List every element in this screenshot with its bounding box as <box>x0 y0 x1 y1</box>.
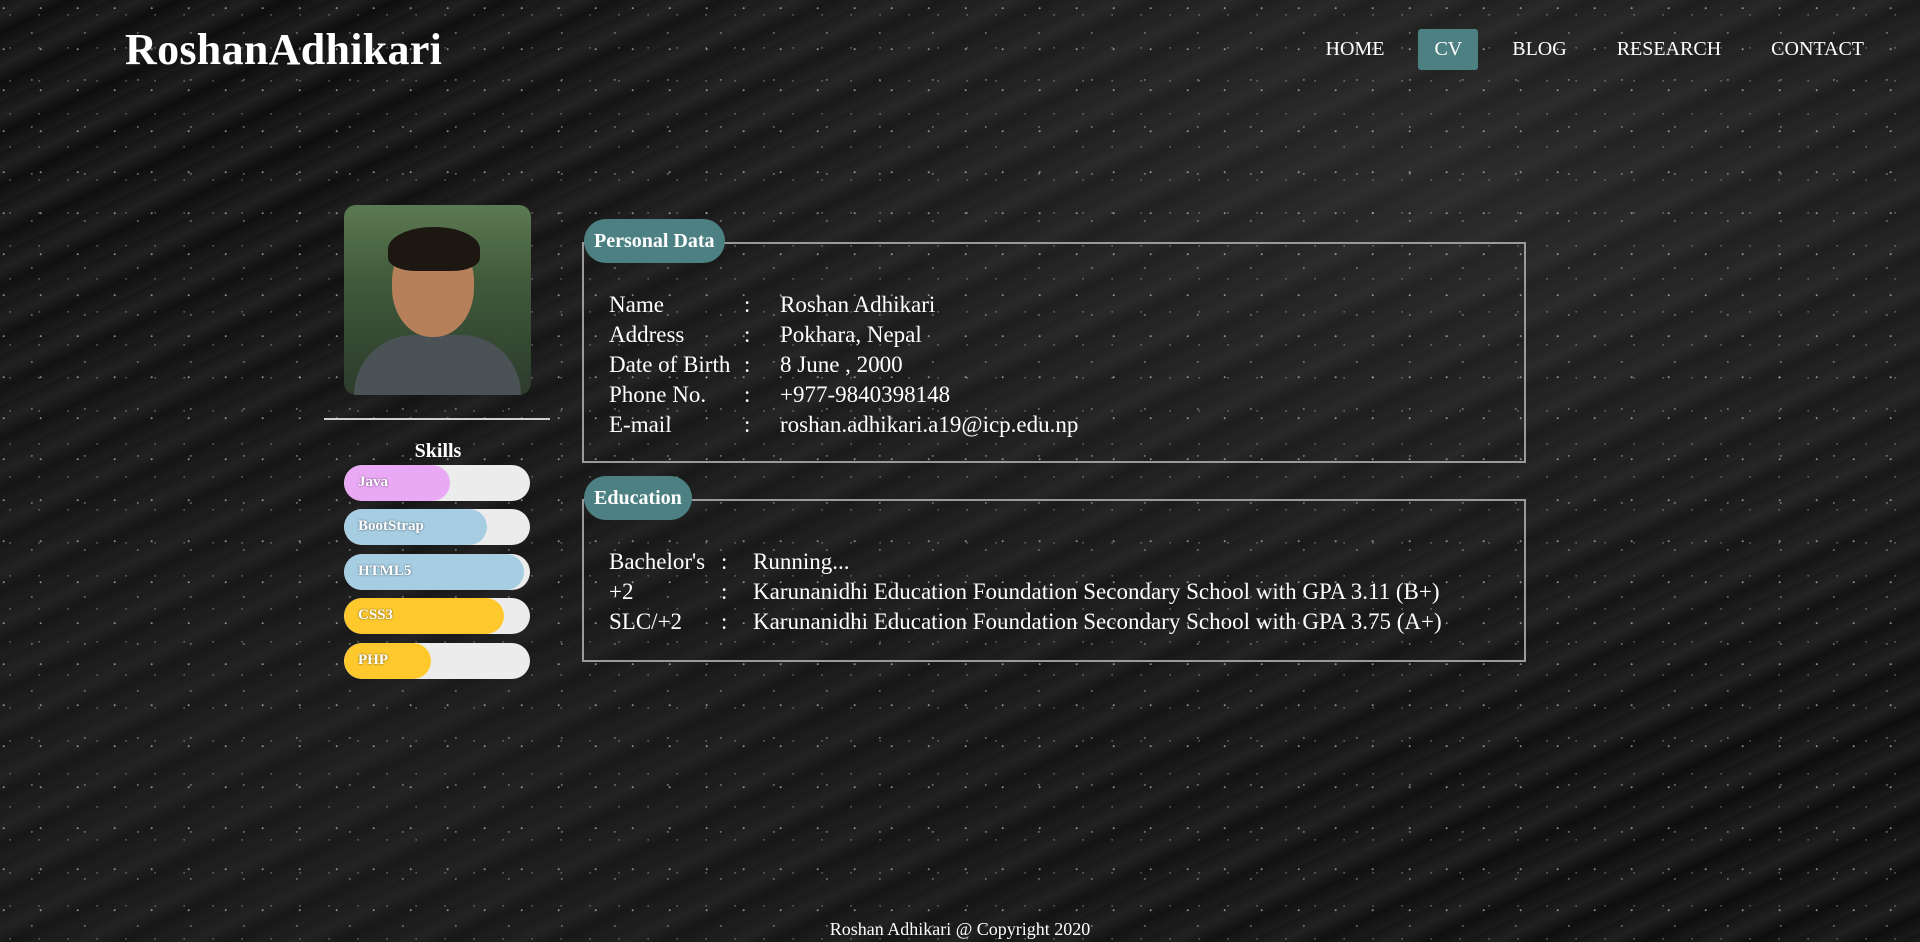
education-key: +2 <box>609 579 634 604</box>
info-sep: : <box>744 352 751 377</box>
education-card: Bachelor's : Running... +2 : Karunanidhi… <box>582 499 1526 662</box>
email-value[interactable]: roshan.adhikari.a19@icp.edu.np <box>780 410 1078 440</box>
education-key: SLC/+2 <box>609 609 683 634</box>
photo-hair <box>388 227 480 271</box>
info-sep: : <box>744 412 751 437</box>
nav-research[interactable]: RESEARCH <box>1601 29 1737 70</box>
info-key: Phone No. <box>609 382 707 407</box>
sidebar-divider <box>324 418 550 420</box>
background-texture <box>0 0 1920 942</box>
education-row: SLC/+2 : Karunanidhi Education Foundatio… <box>609 607 1500 637</box>
education-row: +2 : Karunanidhi Education Foundation Se… <box>609 577 1500 607</box>
personal-data-card: Name : Roshan Adhikari Address : Pokhara… <box>582 242 1526 463</box>
skill-bar-java: Java <box>344 465 530 501</box>
info-row: E-mail : roshan.adhikari.a19@icp.edu.np <box>609 410 1500 440</box>
education-sep: : <box>721 579 728 604</box>
skill-label: CSS3 <box>358 607 394 623</box>
nav-blog[interactable]: BLOG <box>1496 29 1582 70</box>
skill-label: BootStrap <box>358 518 424 534</box>
info-key: Date of Birth <box>609 352 731 377</box>
education-sep: : <box>721 549 728 574</box>
nav-cv[interactable]: CV <box>1418 29 1479 70</box>
info-row: Date of Birth : 8 June , 2000 <box>609 350 1500 380</box>
education-value: Karunanidhi Education Foundation Seconda… <box>753 609 1442 634</box>
info-sep: : <box>744 322 751 347</box>
nav-contact[interactable]: CONTACT <box>1755 29 1880 70</box>
skill-bar-html5: HTML5 <box>344 554 530 590</box>
skill-bar-php: PHP <box>344 643 530 679</box>
info-sep: : <box>744 382 751 407</box>
education-value: Running... <box>753 549 850 574</box>
info-row: Name : Roshan Adhikari <box>609 290 1500 320</box>
footer-copyright: Roshan Adhikari @ Copyright 2020 <box>829 919 1091 939</box>
info-row: Phone No. : +977-9840398148 <box>609 380 1500 410</box>
education-sep: : <box>721 609 728 634</box>
info-value: Roshan Adhikari <box>780 292 936 317</box>
education-row: Bachelor's : Running... <box>609 547 1500 577</box>
info-value: 8 June , 2000 <box>780 352 903 377</box>
education-value: Karunanidhi Education Foundation Seconda… <box>753 579 1440 604</box>
profile-photo <box>344 205 531 395</box>
nav-home[interactable]: HOME <box>1310 29 1401 70</box>
photo-shirt <box>354 335 521 395</box>
page: { "brand": "RoshanAdhikari", "nav": ["HO… <box>0 0 1920 942</box>
info-key: Name <box>609 292 664 317</box>
info-key: Address <box>609 322 685 347</box>
skill-label: HTML5 <box>358 563 412 579</box>
skills-title: Skills <box>414 440 462 462</box>
education-tag: Education <box>584 476 692 520</box>
education-key: Bachelor's <box>609 549 706 574</box>
skill-bar-bootstrap: BootStrap <box>344 509 530 545</box>
skill-bar-css3: CSS3 <box>344 598 530 634</box>
info-value: +977-9840398148 <box>780 382 951 407</box>
info-key: E-mail <box>609 412 672 437</box>
skill-label: PHP <box>358 652 388 668</box>
skill-label: Java <box>358 474 388 490</box>
personal-data-tag: Personal Data <box>584 219 725 263</box>
main-nav: HOME CV BLOG RESEARCH CONTACT <box>1292 29 1880 70</box>
info-sep: : <box>744 292 751 317</box>
info-row: Address : Pokhara, Nepal <box>609 320 1500 350</box>
info-value: Pokhara, Nepal <box>780 322 922 347</box>
site-brand[interactable]: RoshanAdhikari <box>125 24 442 75</box>
